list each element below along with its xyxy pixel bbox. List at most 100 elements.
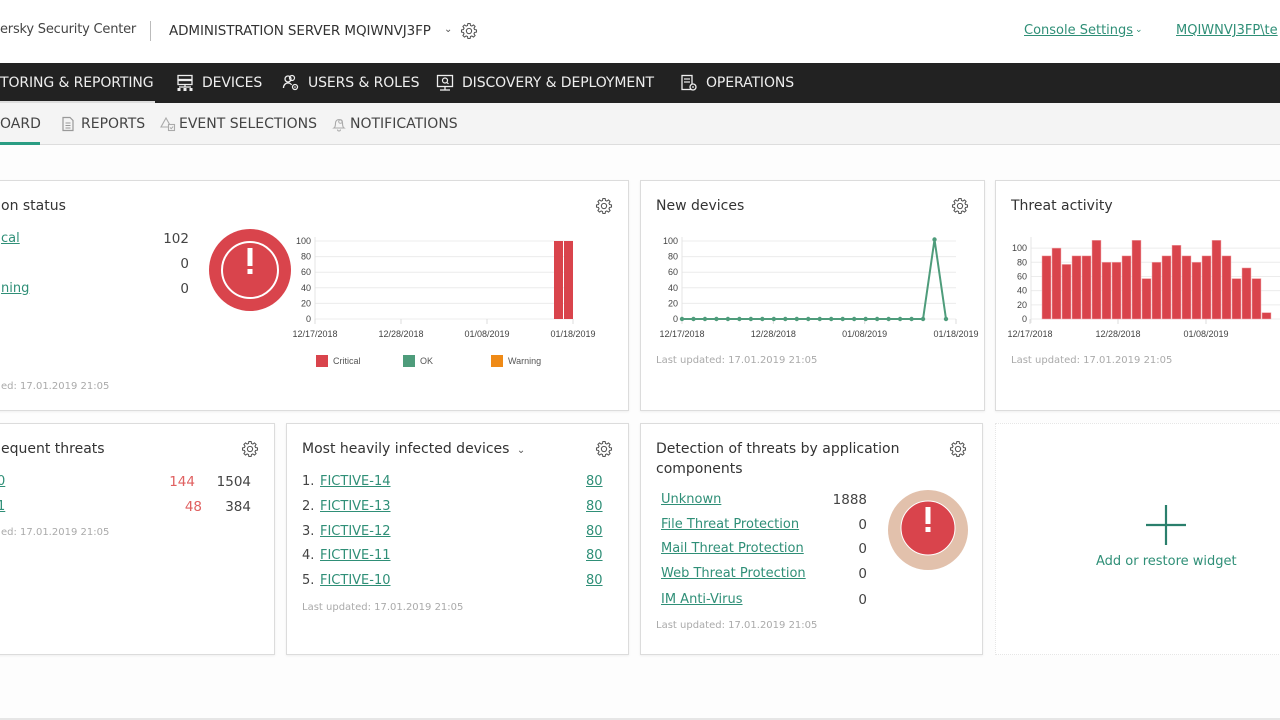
widget-title: New devices — [656, 198, 745, 214]
tab-reports[interactable]: REPORTS — [60, 103, 145, 145]
nav-devices[interactable]: DEVICES — [176, 63, 262, 103]
device-link[interactable]: FICTIVE-13 — [320, 499, 391, 514]
x-tick-label: 01/08/2019 — [1183, 329, 1228, 339]
widget-protection-status: on status cal 102 0 ning 0 0 20 40 60 80 100 1… — [0, 180, 629, 411]
legend-swatch — [316, 355, 328, 367]
device-link[interactable]: FICTIVE-10 — [320, 573, 391, 588]
add-widget-label[interactable]: Add or restore widget — [1096, 554, 1237, 569]
threat-link[interactable]: 1 — [0, 499, 5, 514]
device-rank: 3. — [302, 524, 315, 539]
protection-status-chart: 0 20 40 60 80 100 12/17/2018 12/28/2018 01/08/20… — [292, 236, 596, 367]
active-tab-indicator — [0, 142, 40, 145]
gear-icon[interactable] — [951, 197, 969, 215]
bar-threats — [1191, 262, 1202, 320]
bar-threats — [1081, 255, 1092, 320]
y-tick-label: 40 — [668, 283, 678, 293]
status-critical-link[interactable]: cal — [1, 231, 20, 246]
data-point — [714, 316, 719, 322]
component-link[interactable]: Mail Threat Protection — [661, 541, 804, 556]
threat-device-count: 48 — [184, 499, 202, 515]
component-count: 0 — [858, 517, 867, 533]
gear-icon[interactable] — [241, 440, 259, 458]
critical-alert-icon — [209, 229, 291, 311]
event-selections-icon — [160, 116, 176, 132]
widget-title-line1: Detection of threats by application — [656, 441, 900, 457]
data-point — [691, 316, 696, 322]
data-point — [783, 316, 788, 322]
nav-monitoring-reporting[interactable]: TORING & REPORTING — [0, 63, 154, 103]
threat-activity-chart: 0 20 40 60 80 100 12/17/2018 12/28/2018 01/08/20… — [1007, 237, 1280, 339]
legend-swatch — [403, 355, 415, 367]
device-rank: 4. — [302, 548, 315, 563]
y-tick-label: 0 — [306, 314, 311, 324]
component-link[interactable]: Unknown — [661, 492, 721, 507]
data-point — [886, 316, 891, 322]
status-warning-link[interactable]: ning — [1, 281, 29, 296]
device-rank: 2. — [302, 499, 315, 514]
x-tick-label: 01/08/2019 — [842, 329, 887, 339]
device-link[interactable]: FICTIVE-14 — [320, 474, 391, 489]
data-point — [920, 316, 926, 322]
nav-label: DEVICES — [202, 75, 263, 91]
x-tick-label: 01/18/2019 — [550, 329, 595, 339]
y-tick-label: 20 — [668, 298, 678, 308]
component-link[interactable]: IM Anti-Virus — [661, 592, 743, 607]
chevron-down-icon[interactable]: ⌄ — [444, 24, 452, 35]
x-tick-label: 12/17/2018 — [1007, 329, 1052, 339]
threat-link[interactable]: 0 — [0, 474, 5, 489]
y-tick-label: 40 — [301, 283, 311, 293]
bar-threats — [1161, 255, 1172, 320]
bar-threats — [1041, 255, 1052, 320]
tab-dashboard[interactable]: OARD — [0, 103, 41, 145]
widget-new-devices: New devices 0 20 40 60 80 100 12/17/2018 12/28/… — [640, 180, 985, 411]
user-account-link[interactable]: MQIWNVJ3FP\te — [1176, 23, 1278, 38]
y-tick-label: 60 — [301, 267, 311, 277]
gear-icon[interactable] — [595, 440, 613, 458]
x-tick-label: 12/28/2018 — [751, 329, 796, 339]
y-tick-label: 40 — [1017, 286, 1027, 296]
device-count-link[interactable]: 80 — [586, 474, 603, 489]
tab-event-selections[interactable]: EVENT SELECTIONS — [160, 103, 317, 145]
server-selector[interactable]: ADMINISTRATION SERVER MQIWNVJ3FP — [169, 23, 431, 39]
tab-label: REPORTS — [81, 116, 146, 132]
legend-label: Warning — [508, 356, 541, 366]
chevron-down-icon[interactable]: ⌄ — [517, 445, 525, 456]
data-point — [909, 316, 914, 322]
nav-label: DISCOVERY & DEPLOYMENT — [462, 75, 654, 91]
bar-threats — [1171, 245, 1182, 320]
widget-title[interactable]: Most heavily infected devices ⌄ — [302, 441, 525, 457]
device-count-link[interactable]: 80 — [586, 524, 603, 539]
legend-swatch — [491, 355, 503, 367]
bar-threats — [1091, 240, 1102, 320]
nav-users-roles[interactable]: USERS & ROLES — [282, 63, 419, 103]
bar-threats — [1201, 255, 1212, 320]
gear-icon[interactable] — [595, 197, 613, 215]
device-link[interactable]: FICTIVE-12 — [320, 524, 391, 539]
add-widget-tile[interactable] — [995, 423, 1280, 655]
gear-icon[interactable] — [949, 440, 967, 458]
data-point — [702, 316, 708, 322]
chevron-down-icon[interactable]: ⌄ — [1135, 25, 1143, 35]
data-point — [794, 316, 799, 322]
data-point — [840, 316, 845, 322]
device-count-link[interactable]: 80 — [586, 548, 603, 563]
device-count-link[interactable]: 80 — [586, 499, 603, 514]
data-point — [725, 316, 731, 322]
console-settings-link[interactable]: Console Settings — [1024, 23, 1133, 38]
component-link[interactable]: Web Threat Protection — [661, 566, 806, 581]
nav-discovery-deployment[interactable]: DISCOVERY & DEPLOYMENT — [436, 63, 654, 103]
status-ok-count: 0 — [180, 256, 189, 272]
component-link[interactable]: File Threat Protection — [661, 517, 799, 532]
widget-title-text: Most heavily infected devices — [302, 441, 510, 457]
data-point — [851, 316, 857, 322]
gear-icon[interactable] — [460, 22, 478, 40]
device-count-link[interactable]: 80 — [586, 573, 603, 588]
nav-label: TORING & REPORTING — [0, 75, 154, 91]
plus-icon[interactable] — [1146, 505, 1186, 545]
bar-threats — [1131, 240, 1142, 320]
device-link[interactable]: FICTIVE-11 — [320, 548, 391, 563]
last-updated: Last updated: 17.01.2019 21:05 — [656, 620, 818, 631]
bar-threats — [1121, 255, 1132, 320]
tab-notifications[interactable]: NOTIFICATIONS — [331, 103, 458, 145]
nav-operations[interactable]: OPERATIONS — [680, 63, 794, 103]
